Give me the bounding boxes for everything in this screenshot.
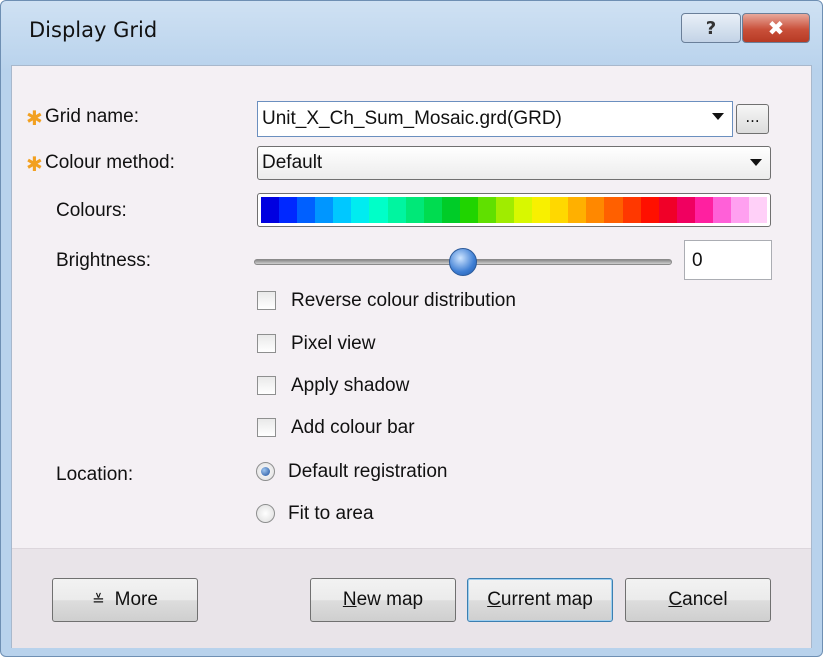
- location-label: Location:: [56, 464, 134, 485]
- pixel-view-label[interactable]: Pixel view: [291, 333, 375, 355]
- colour-swatch: [477, 197, 497, 223]
- cancel-mnemonic: C: [668, 589, 683, 610]
- colour-method-label: Colour method:: [45, 152, 175, 173]
- help-button[interactable]: ?: [681, 13, 741, 43]
- colour-swatch: [351, 197, 370, 223]
- current-map-label: urrent map: [500, 589, 593, 610]
- colour-method-select[interactable]: Default: [257, 146, 771, 180]
- cancel-button[interactable]: Cancel: [625, 578, 771, 622]
- colour-swatch: [369, 197, 388, 223]
- display-grid-dialog: Display Grid ? ✖ ✱ Grid name: Unit_X_Ch_…: [0, 0, 823, 657]
- browse-button[interactable]: ...: [736, 104, 769, 134]
- required-star-icon: ✱: [26, 152, 43, 176]
- grid-name-label: Grid name:: [45, 106, 139, 127]
- more-button-label: More: [114, 589, 158, 610]
- reverse-colour-checkbox[interactable]: [257, 291, 276, 310]
- colour-swatch: [387, 197, 406, 223]
- fit-to-area-label[interactable]: Fit to area: [288, 503, 374, 525]
- colour-swatch: [640, 197, 659, 223]
- dropdown-arrow-icon[interactable]: [712, 113, 724, 120]
- colour-swatch: [604, 197, 623, 223]
- add-colour-bar-label[interactable]: Add colour bar: [291, 417, 415, 439]
- colour-swatch: [731, 197, 750, 223]
- colour-swatch: [694, 197, 713, 223]
- new-map-mnemonic: N: [342, 589, 357, 610]
- colour-swatch: [459, 197, 478, 223]
- required-star-icon: ✱: [26, 106, 43, 130]
- colour-palette-strip: [261, 197, 768, 223]
- colour-swatch: [622, 197, 641, 223]
- new-map-button[interactable]: New map: [310, 578, 456, 622]
- current-map-mnemonic: C: [487, 589, 501, 610]
- window-title: Display Grid: [29, 18, 158, 42]
- brightness-input[interactable]: 0: [684, 240, 772, 280]
- default-registration-radio[interactable]: [256, 462, 275, 481]
- colour-swatch: [333, 197, 352, 223]
- colours-label: Colours:: [56, 200, 127, 221]
- brightness-value: 0: [692, 250, 703, 271]
- title-bar[interactable]: Display Grid ? ✖: [1, 1, 822, 55]
- dialog-body: ✱ Grid name: Unit_X_Ch_Sum_Mosaic.grd(GR…: [11, 65, 812, 648]
- colour-swatch: [279, 197, 298, 223]
- colour-swatch: [441, 197, 460, 223]
- colour-swatch: [405, 197, 424, 223]
- more-button[interactable]: ≚ More: [52, 578, 198, 622]
- brightness-label: Brightness:: [56, 250, 152, 271]
- dropdown-arrow-icon[interactable]: [750, 159, 762, 166]
- colour-method-value: Default: [262, 152, 323, 173]
- colour-swatch: [749, 197, 768, 223]
- colour-swatch: [568, 197, 587, 223]
- colour-swatch: [261, 197, 280, 223]
- colour-swatch: [514, 197, 533, 223]
- double-chevron-down-icon: ≚: [92, 591, 105, 609]
- colour-swatch: [658, 197, 677, 223]
- close-button[interactable]: ✖: [742, 13, 810, 43]
- colour-swatch: [496, 197, 515, 223]
- reverse-colour-label[interactable]: Reverse colour distribution: [291, 290, 516, 312]
- default-registration-label[interactable]: Default registration: [288, 461, 447, 483]
- colour-swatch: [297, 197, 316, 223]
- pixel-view-checkbox[interactable]: [257, 334, 276, 353]
- brightness-slider-thumb[interactable]: [449, 248, 477, 276]
- current-map-button[interactable]: Current map: [467, 578, 613, 622]
- new-map-label: ew map: [356, 589, 424, 610]
- colour-palette-picker[interactable]: [257, 193, 771, 227]
- apply-shadow-label[interactable]: Apply shadow: [291, 375, 409, 397]
- fit-to-area-radio[interactable]: [256, 504, 275, 523]
- cancel-label: ancel: [682, 589, 728, 610]
- apply-shadow-checkbox[interactable]: [257, 376, 276, 395]
- colour-swatch: [550, 197, 569, 223]
- add-colour-bar-checkbox[interactable]: [257, 418, 276, 437]
- colour-swatch: [586, 197, 605, 223]
- colour-swatch: [315, 197, 334, 223]
- grid-name-combobox[interactable]: Unit_X_Ch_Sum_Mosaic.grd(GRD): [257, 101, 733, 137]
- colour-swatch: [676, 197, 695, 223]
- grid-name-value: Unit_X_Ch_Sum_Mosaic.grd(GRD): [262, 108, 562, 129]
- colour-swatch: [532, 197, 551, 223]
- colour-swatch: [423, 197, 442, 223]
- colour-swatch: [712, 197, 732, 223]
